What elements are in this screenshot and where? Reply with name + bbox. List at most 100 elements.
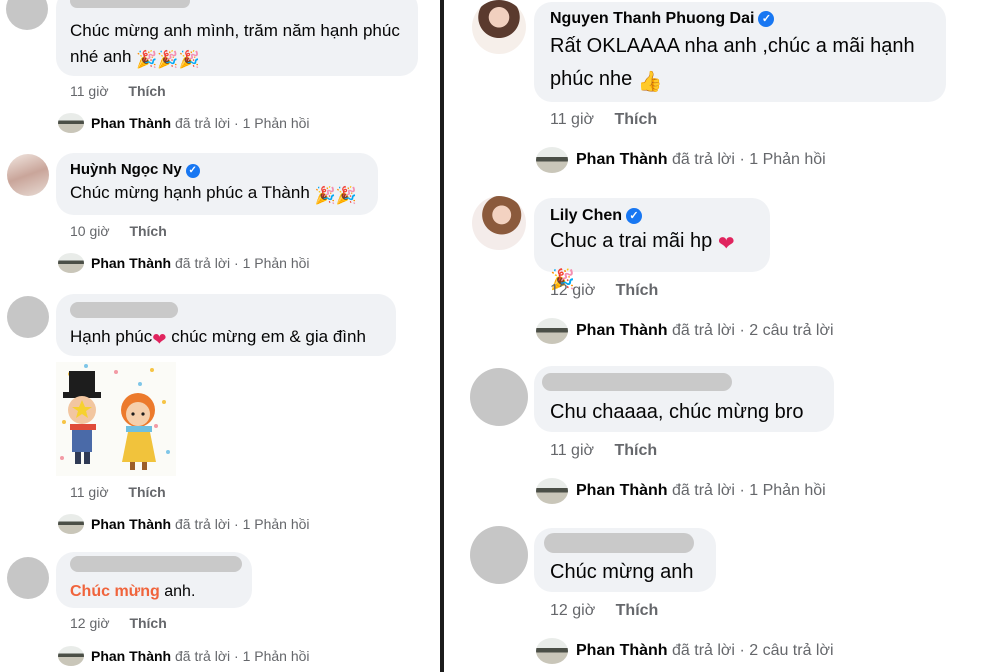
reply-summary[interactable]: Phan Thành đã trả lời · 1 Phản hồi <box>58 113 310 133</box>
reply-summary[interactable]: Phan Thành đã trả lời · 1 Phản hồi <box>536 478 826 504</box>
avatar[interactable] <box>472 196 526 250</box>
party-icon: 🎉 <box>178 50 200 69</box>
reply-action: đã trả lời <box>672 151 735 168</box>
comment-bubble: Nguyen Thanh Phuong Dai ✓ Rất OKLAAAA nha… <box>534 2 946 102</box>
avatar[interactable] <box>470 368 528 426</box>
avatar[interactable] <box>7 154 49 196</box>
hidden-author-name <box>544 533 694 553</box>
reply-count: 1 Phản hồi <box>749 482 826 499</box>
reply-dot: · <box>739 642 745 659</box>
reply-author: Phan Thành <box>576 482 668 499</box>
author-name[interactable]: Huỳnh Ngọc Ny ✓ <box>70 161 364 178</box>
thumbs-up-icon: 👍 <box>637 71 663 93</box>
comment-time[interactable]: 11 giờ <box>70 83 109 99</box>
like-button[interactable]: Thích <box>614 442 657 459</box>
like-button[interactable]: Thích <box>128 83 165 99</box>
party-icon: 🎉 <box>314 186 336 205</box>
reply-count: 1 Phản hồi <box>242 115 310 131</box>
hidden-author-name <box>70 0 190 8</box>
reply-action: đã trả lời <box>672 642 735 659</box>
comment-time[interactable]: 12 giờ <box>70 615 110 631</box>
reply-count: 1 Phản hồi <box>242 648 310 664</box>
comment-meta: 11 giờ Thích <box>70 484 166 500</box>
author-name[interactable]: Lily Chen ✓ <box>550 207 754 225</box>
comment-bubble: Chúc mừng anh mình, trăm năm hạnh phúc n… <box>56 0 418 76</box>
avatar[interactable] <box>470 526 528 584</box>
reply-count: 1 Phản hồi <box>242 255 310 271</box>
comment-meta: 12 giờ Thích <box>550 602 658 620</box>
reply-dot: · <box>234 115 239 131</box>
comment-meta: 10 giờ Thích <box>70 223 167 239</box>
reply-summary[interactable]: Phan Thành đã trả lời · 1 Phản hồi <box>58 646 310 666</box>
avatar <box>536 318 568 344</box>
reply-action: đã trả lời <box>175 516 231 532</box>
hidden-author-name <box>70 302 178 318</box>
reply-action: đã trả lời <box>175 255 231 271</box>
comment-text: Hạnh phúc❤ chúc mừng em & gia đình <box>70 324 382 353</box>
reply-action: đã trả lời <box>175 115 231 131</box>
avatar <box>536 638 568 664</box>
comment-text: Rất OKLAAAA nha anh ,chúc a mãi hạnh phú… <box>550 30 930 99</box>
like-button[interactable]: Thích <box>616 282 659 299</box>
comment-meta: 11 giờ Thích <box>550 111 657 129</box>
reply-dot: · <box>739 322 745 339</box>
comment-time[interactable]: 12 giờ <box>550 602 595 619</box>
like-button[interactable]: Thích <box>129 223 166 239</box>
avatar[interactable] <box>472 0 526 54</box>
author-name[interactable]: Nguyen Thanh Phuong Dai ✓ <box>550 10 930 28</box>
avatar[interactable] <box>7 296 49 338</box>
comment-bubble: Chúc mừng anh <box>534 528 716 592</box>
comment-time[interactable]: 11 giờ <box>550 111 594 128</box>
verified-icon: ✓ <box>185 164 200 178</box>
reply-dot: · <box>234 516 239 532</box>
right-comment-panel: Nguyen Thanh Phuong Dai ✓ Rất OKLAAAA nha… <box>446 0 1000 672</box>
reply-count: 1 Phản hồi <box>749 151 826 168</box>
comment-bubble: Chúc mừng anh. <box>56 552 252 608</box>
hidden-author-name <box>70 556 242 572</box>
verified-icon: ✓ <box>626 208 643 224</box>
reply-author: Phan Thành <box>91 115 172 131</box>
comment-text: Chúc mừng anh <box>550 561 694 583</box>
heart-icon: ❤ <box>152 330 167 349</box>
comment-text: Chu chaaaa, chúc mừng bro <box>550 401 804 423</box>
reply-summary[interactable]: Phan Thành đã trả lời · 1 Phản hồi <box>58 514 310 534</box>
like-button[interactable]: Thích <box>129 615 166 631</box>
like-button[interactable]: Thích <box>614 111 657 128</box>
comment-time[interactable]: 11 giờ <box>70 484 109 500</box>
like-button[interactable]: Thích <box>128 484 165 500</box>
reply-count: 2 câu trả lời <box>749 642 834 659</box>
comment-time[interactable]: 12 giờ <box>550 282 595 299</box>
reply-summary[interactable]: Phan Thành đã trả lời · 2 câu trả lời <box>536 318 834 344</box>
reply-action: đã trả lời <box>672 322 735 339</box>
reply-author: Phan Thành <box>91 516 172 532</box>
comment-text: Chúc mừng anh mình, trăm năm hạnh phúc n… <box>70 18 404 73</box>
verified-icon: ✓ <box>758 11 775 27</box>
reply-dot: · <box>234 255 239 271</box>
reply-dot: · <box>739 482 745 499</box>
avatar <box>58 646 84 666</box>
reply-count: 2 câu trả lời <box>749 322 834 339</box>
party-icon: 🎉 <box>136 50 158 69</box>
reply-count: 1 Phản hồi <box>242 516 310 532</box>
party-icon: 🎉 <box>157 50 179 69</box>
comment-time[interactable]: 10 giờ <box>70 223 110 239</box>
reply-summary[interactable]: Phan Thành đã trả lời · 1 Phản hồi <box>58 253 310 273</box>
reply-dot: · <box>234 648 239 664</box>
couple-sticker-image[interactable] <box>56 362 176 476</box>
comment-time[interactable]: 11 giờ <box>550 442 594 459</box>
panel-divider <box>440 0 444 672</box>
hidden-author-name <box>542 373 732 391</box>
avatar <box>58 514 84 534</box>
reply-action: đã trả lời <box>175 648 231 664</box>
like-button[interactable]: Thích <box>616 602 659 619</box>
comment-bubble: Chu chaaaa, chúc mừng bro <box>534 366 834 432</box>
avatar[interactable] <box>6 0 48 30</box>
comment-text: Chúc mừng hạnh phúc a Thành 🎉🎉 <box>70 180 364 209</box>
reply-summary[interactable]: Phan Thành đã trả lời · 1 Phản hồi <box>536 147 826 173</box>
avatar <box>58 113 84 133</box>
party-icon: 🎉 <box>335 186 357 205</box>
comment-meta: 11 giờ Thích <box>550 442 657 460</box>
avatar <box>536 478 568 504</box>
avatar[interactable] <box>7 557 49 599</box>
reply-summary[interactable]: Phan Thành đã trả lời · 2 câu trả lời <box>536 638 834 664</box>
